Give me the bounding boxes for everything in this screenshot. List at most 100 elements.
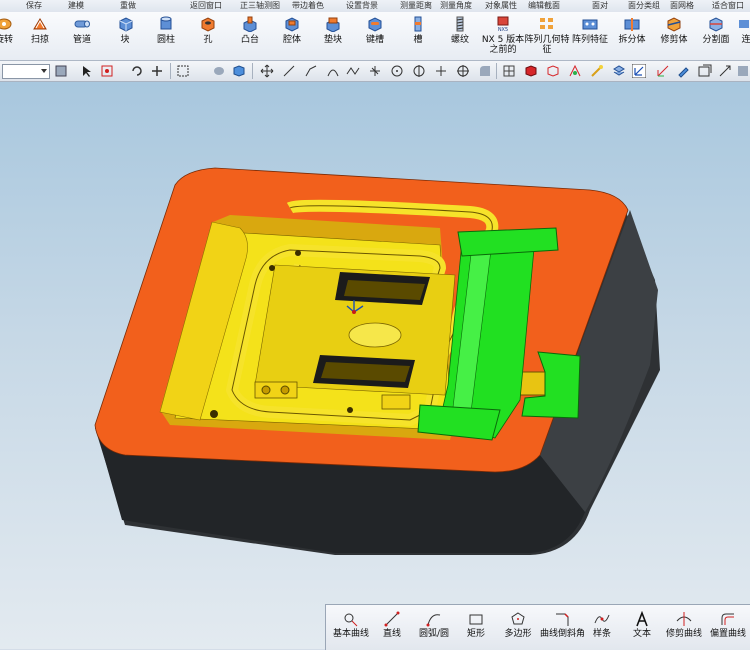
block-icon — [119, 17, 133, 32]
pocket-button[interactable]: 腔体 — [270, 16, 314, 45]
slot-button[interactable]: 键槽 — [353, 16, 397, 45]
strip-measure-distance[interactable]: 测量距离 — [400, 0, 432, 11]
pan-icon[interactable] — [150, 64, 164, 78]
strip-object-properties[interactable]: 对象属性 — [485, 0, 517, 11]
more-tools-icon[interactable] — [736, 64, 750, 78]
groove-icon — [414, 16, 422, 32]
polygon-button[interactable]: 多边形 — [498, 611, 538, 639]
expand-icon[interactable] — [718, 64, 732, 78]
strip-face-group[interactable]: 面分类组 — [628, 0, 660, 11]
strip-face-mesh[interactable]: 面网格 — [670, 0, 694, 11]
spline-button[interactable]: 样条 — [586, 611, 618, 639]
cross-tool-icon[interactable] — [368, 64, 382, 78]
snap-icon[interactable] — [54, 64, 68, 78]
filter-combo[interactable] — [2, 64, 50, 79]
rectangle-button[interactable]: 矩形 — [460, 611, 492, 639]
groove-button[interactable]: 槽 — [396, 16, 440, 45]
arc-button[interactable]: 圆弧/圆 — [414, 611, 454, 639]
block-button[interactable]: 块 — [103, 16, 147, 45]
pattern-feature-button[interactable]: 阵列特征 — [568, 16, 612, 45]
sweep-label: 扫掠 — [30, 35, 49, 45]
strip-save[interactable]: 保存 — [26, 0, 42, 11]
shaded-icon[interactable] — [212, 64, 226, 78]
sweep-button[interactable]: 扫掠 — [18, 16, 62, 45]
nx5-label: NX 5 版本之前的 — [481, 35, 525, 55]
window-icon[interactable] — [698, 64, 712, 78]
rectangle-label: 矩形 — [466, 629, 485, 639]
tube-button[interactable]: 管道 — [60, 16, 104, 45]
tube-icon — [74, 20, 90, 28]
rectangle-icon — [469, 614, 483, 625]
strip-trimetric[interactable]: 正三轴测图 — [240, 0, 280, 11]
sweep-icon — [33, 18, 47, 30]
strip-return-window[interactable]: 返回窗口 — [190, 0, 222, 11]
circle-point-icon[interactable] — [390, 64, 404, 78]
connect-label: 连 — [741, 35, 750, 45]
strip-background[interactable]: 设置背景 — [346, 0, 378, 11]
csys-icon[interactable] — [632, 64, 646, 78]
cylinder-button[interactable]: 圆柱 — [144, 16, 188, 45]
trim-curve-button[interactable]: 修剪曲线 — [662, 611, 706, 639]
layer-icon[interactable] — [612, 64, 626, 78]
curve-tool-icon[interactable] — [304, 64, 318, 78]
curve-chamfer-icon — [556, 613, 569, 626]
grid-icon[interactable] — [502, 64, 516, 78]
lug-hole — [261, 385, 271, 395]
curve-chamfer-button[interactable]: 曲线倒斜角 — [540, 611, 586, 639]
wand-icon[interactable] — [590, 64, 604, 78]
pin-hole — [210, 410, 218, 418]
datum-axis-icon[interactable] — [656, 64, 670, 78]
arc-icon — [426, 614, 441, 627]
strip-edit-section[interactable]: 编辑截面 — [528, 0, 560, 11]
basic-curve-icon — [344, 613, 358, 627]
curve-chamfer-label: 曲线倒斜角 — [540, 629, 586, 639]
text-button[interactable]: 文本 — [626, 611, 658, 639]
line-button[interactable]: 直线 — [376, 611, 408, 639]
pointer-icon[interactable] — [80, 64, 94, 78]
component-icon[interactable] — [568, 64, 582, 78]
strip-fit[interactable]: 适合窗口 — [712, 0, 744, 11]
lug-block — [254, 381, 298, 399]
body-red-icon[interactable] — [524, 64, 538, 78]
plus-point-icon[interactable] — [434, 64, 448, 78]
strip-face[interactable]: 面对 — [592, 0, 608, 11]
thread-button[interactable]: 螺纹 — [438, 16, 482, 45]
face-icon[interactable] — [478, 64, 492, 78]
text-label: 文本 — [632, 629, 651, 639]
polyline-tool-icon[interactable] — [346, 64, 360, 78]
move-icon[interactable] — [260, 64, 274, 78]
pattern-geometry-button[interactable]: 阵列几何特征 — [524, 16, 570, 55]
trim-body-button[interactable]: 修剪体 — [652, 16, 696, 45]
dashed-box-icon[interactable] — [176, 64, 190, 78]
strip-redo[interactable]: 重做 — [120, 0, 136, 11]
offset-curve-button[interactable]: 偏置曲线 — [706, 611, 750, 639]
circle-target-icon[interactable] — [456, 64, 470, 78]
graphics-viewport[interactable] — [0, 82, 750, 649]
line-label: 直线 — [382, 629, 401, 639]
split-body-button[interactable]: 拆分体 — [610, 16, 654, 45]
cube-view-icon[interactable] — [232, 64, 246, 78]
basic-curve-button[interactable]: 基本曲线 — [330, 611, 372, 639]
strip-measure-angle[interactable]: 测量角度 — [440, 0, 472, 11]
mold-model[interactable] — [0, 82, 750, 649]
pad-button[interactable]: 垫块 — [311, 16, 355, 45]
circle-tangent-icon[interactable] — [412, 64, 426, 78]
select-box-icon[interactable] — [100, 64, 114, 78]
strip-modeling[interactable]: 建模 — [68, 0, 84, 11]
strip-shaded-edges[interactable]: 带边着色 — [292, 0, 324, 11]
nx5-icon: NX5 — [497, 16, 509, 32]
basic-curve-label: 基本曲线 — [332, 629, 369, 639]
tube-label: 管道 — [72, 35, 91, 45]
line-tool-icon[interactable] — [282, 64, 296, 78]
feature-ribbon: 旋转 扫掠 管道 块 圆柱 孔 凸台 腔体 垫块 键槽 槽 螺纹 — [0, 12, 750, 61]
toolbar-separator — [496, 63, 497, 79]
body-outline-icon[interactable] — [546, 64, 560, 78]
arc-tool-icon[interactable] — [326, 64, 340, 78]
edit-icon[interactable] — [676, 64, 690, 78]
rotate-icon[interactable] — [130, 64, 144, 78]
divide-face-button[interactable]: 分割面 — [694, 16, 738, 45]
nx5-button[interactable]: NX5 NX 5 版本之前的 — [480, 16, 526, 55]
connect-button[interactable]: 连 — [734, 16, 750, 45]
hole-button[interactable]: 孔 — [186, 16, 230, 45]
boss-button[interactable]: 凸台 — [228, 16, 272, 45]
